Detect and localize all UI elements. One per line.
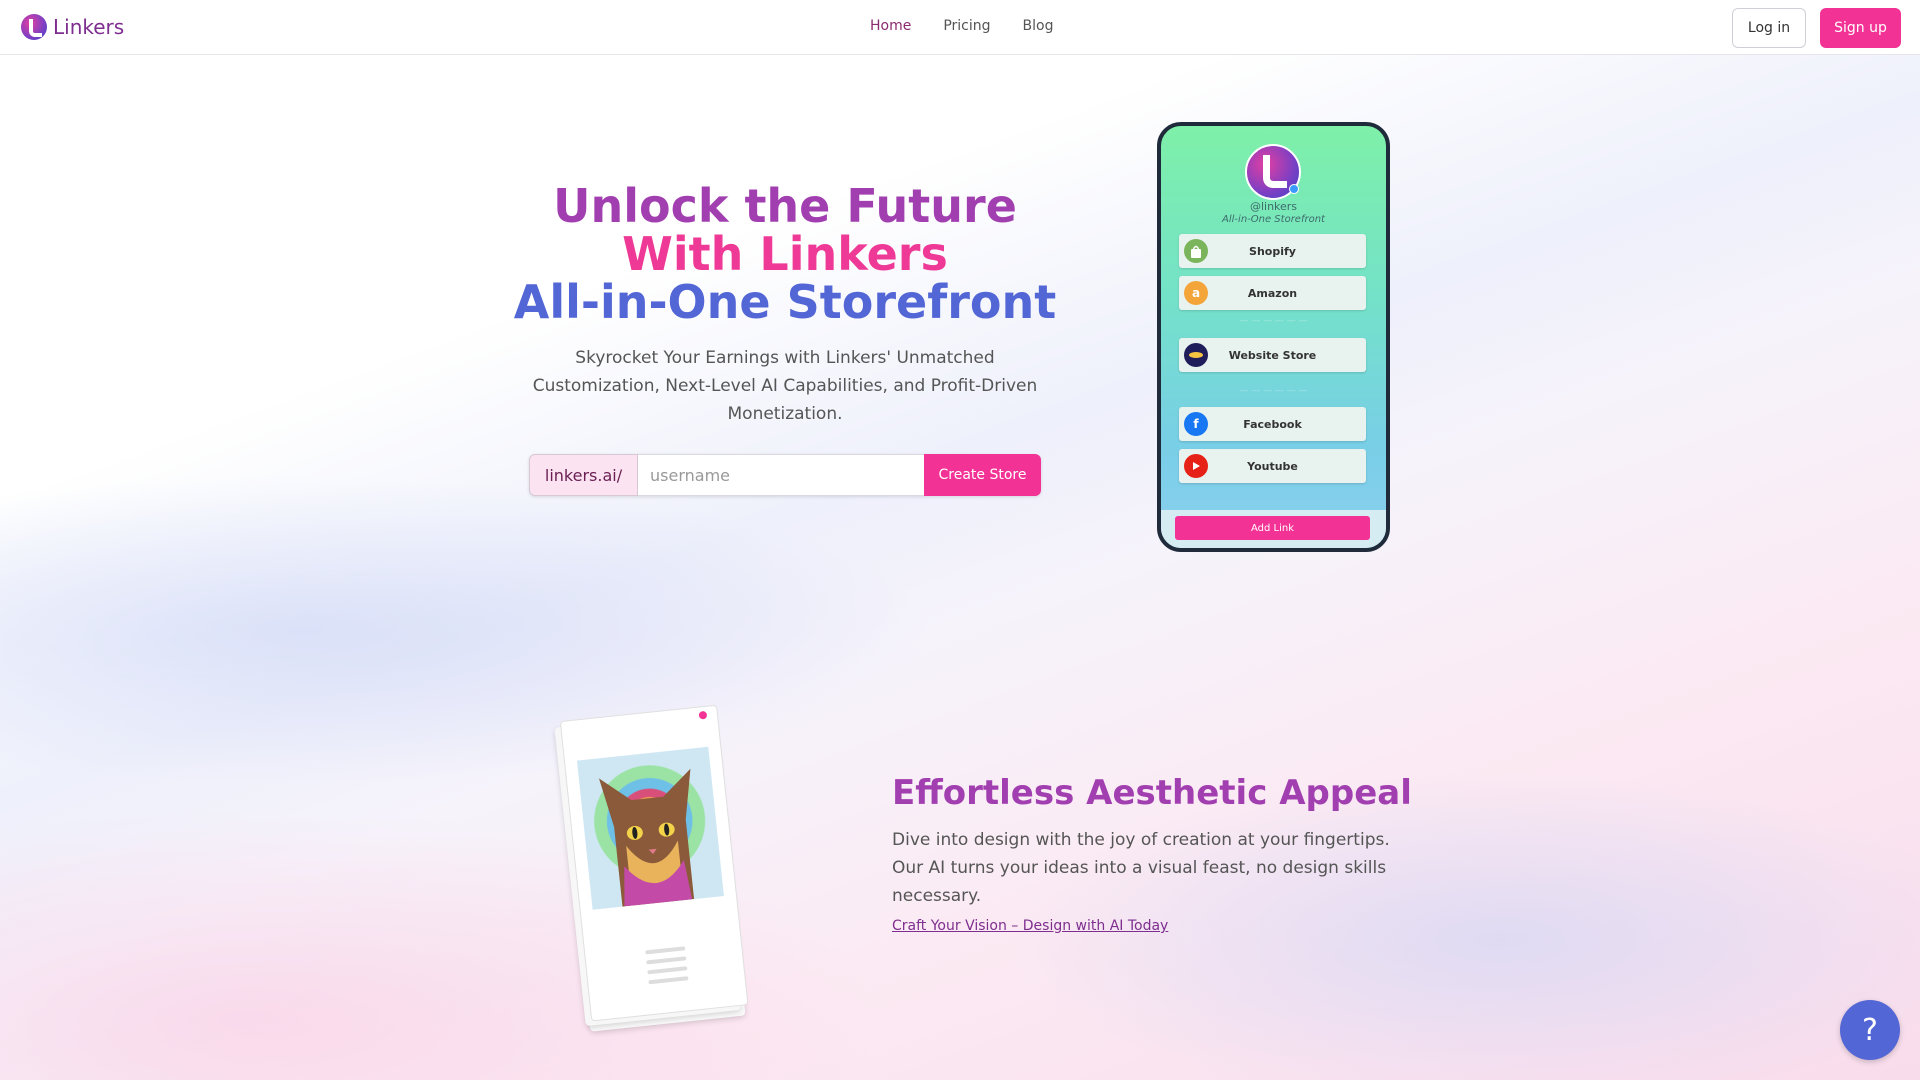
create-store-form: linkers.ai/ Create Store bbox=[529, 454, 1041, 496]
hero-title-line-1: Unlock the Future bbox=[553, 179, 1017, 233]
help-button[interactable]: ? bbox=[1840, 1000, 1900, 1060]
profile-tagline: All-in-One Storefront bbox=[1222, 214, 1325, 225]
youtube-icon bbox=[1184, 454, 1208, 478]
phone-link-label: Youtube bbox=[1247, 459, 1298, 473]
phone-link-youtube[interactable]: Youtube bbox=[1179, 449, 1366, 483]
hero-title-line-2: With Linkers bbox=[622, 227, 948, 281]
phone-link-amazon[interactable]: a Amazon bbox=[1179, 276, 1366, 310]
phone-link-label: Facebook bbox=[1243, 417, 1302, 431]
feature-description: Dive into design with the joy of creatio… bbox=[892, 830, 1390, 906]
phone-link-label: Shopify bbox=[1249, 244, 1296, 258]
profile-handle: @linkers bbox=[1249, 200, 1298, 213]
editor-toolbar bbox=[645, 940, 690, 994]
hero-title-line-3: All-in-One Storefront bbox=[513, 275, 1057, 329]
username-input[interactable] bbox=[638, 454, 924, 496]
nav-link-blog[interactable]: Blog bbox=[1023, 18, 1054, 34]
phone-link-website-store[interactable]: Website Store bbox=[1179, 338, 1366, 372]
nav-link-pricing[interactable]: Pricing bbox=[943, 18, 990, 34]
add-link-button[interactable]: Add Link bbox=[1175, 516, 1370, 540]
phone-link-label: Website Store bbox=[1228, 348, 1317, 362]
nav-link-home[interactable]: Home bbox=[870, 18, 911, 34]
profile-avatar bbox=[1245, 144, 1301, 200]
top-nav-bar: Linkers Home Pricing Blog Log in Sign up bbox=[0, 0, 1920, 55]
shopify-icon bbox=[1184, 239, 1208, 263]
signup-button[interactable]: Sign up bbox=[1820, 8, 1901, 48]
phone-link-label: Amazon bbox=[1247, 286, 1298, 300]
divider: — — — — — — bbox=[1239, 386, 1308, 396]
main-nav: Home Pricing Blog bbox=[870, 18, 1054, 34]
website-store-icon bbox=[1184, 343, 1208, 367]
editor-screen bbox=[559, 704, 749, 1022]
hero-subtitle: Skyrocket Your Earnings with Linkers' Un… bbox=[532, 348, 1038, 424]
record-dot-icon bbox=[698, 710, 708, 720]
facebook-icon: f bbox=[1184, 412, 1208, 436]
feature-cta-link[interactable]: Craft Your Vision – Design with AI Today bbox=[892, 918, 1168, 934]
design-editor-mockup bbox=[550, 703, 760, 1032]
phone-link-facebook[interactable]: f Facebook bbox=[1179, 407, 1366, 441]
brand-name: Linkers bbox=[53, 15, 125, 39]
create-store-button[interactable]: Create Store bbox=[924, 454, 1041, 496]
url-prefix: linkers.ai/ bbox=[529, 454, 638, 496]
divider: — — — — — — bbox=[1239, 316, 1308, 326]
amazon-icon: a bbox=[1184, 281, 1208, 305]
brand[interactable]: Linkers bbox=[21, 14, 124, 40]
linkers-logo-icon bbox=[21, 14, 47, 40]
login-button[interactable]: Log in bbox=[1732, 8, 1806, 48]
hero-title: Unlock the Future With Linkers All-in-On… bbox=[460, 182, 1110, 326]
feature-title: Effortless Aesthetic Appeal bbox=[892, 773, 1412, 813]
phone-preview: @linkers All-in-One Storefront Shopify a… bbox=[1157, 122, 1390, 552]
ai-cat-artwork bbox=[576, 746, 724, 910]
phone-link-shopify[interactable]: Shopify bbox=[1179, 234, 1366, 268]
